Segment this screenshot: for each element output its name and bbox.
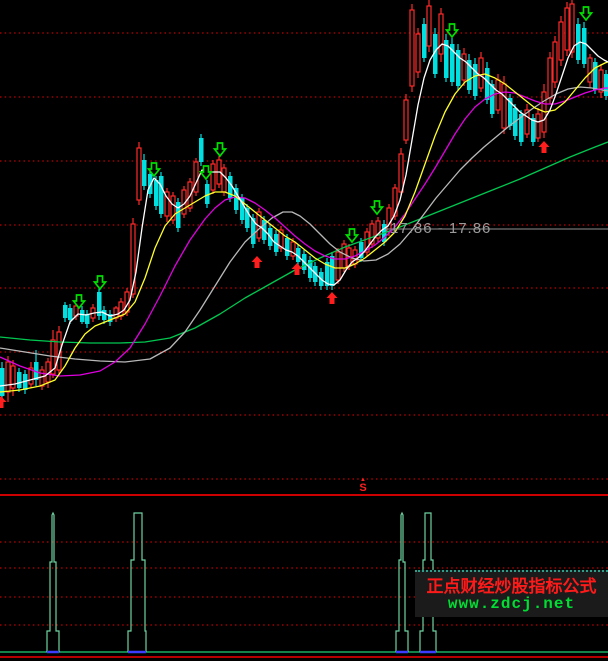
- candle-body-up: [211, 164, 215, 190]
- watermark-site-title: 正点财经炒股指标公式: [427, 577, 597, 596]
- candle-body-down: [80, 310, 85, 322]
- watermark-site-url: www.zdcj.net: [448, 596, 575, 612]
- candle-body-up: [462, 54, 466, 80]
- sell-signal-arrow: [201, 166, 212, 179]
- candle-body-up: [479, 58, 483, 88]
- candle-body-up: [40, 370, 44, 386]
- indicator-spike: [396, 513, 408, 652]
- candle-body-up: [588, 58, 592, 82]
- sell-signal-arrow: [347, 229, 358, 242]
- sell-signal-arrow: [95, 276, 106, 289]
- candle-body-up: [439, 14, 443, 54]
- candle-body-up: [404, 100, 408, 140]
- candle-body-down: [102, 310, 107, 320]
- sell-signal-arrow: [581, 7, 592, 20]
- candle-body-down: [154, 180, 159, 206]
- candle-body-down: [422, 24, 427, 58]
- candle-body-up: [536, 114, 540, 138]
- candle-body-down: [63, 305, 68, 318]
- candle-body-up: [410, 10, 414, 86]
- candle-body-up: [6, 362, 10, 392]
- candle-body-down: [330, 256, 335, 286]
- candle-body-down: [485, 68, 490, 100]
- candle-body-down: [68, 308, 73, 320]
- candle-body-up: [548, 58, 552, 98]
- candle-body-up: [570, 4, 574, 52]
- candle-body-up: [222, 168, 226, 192]
- candle-body-up: [553, 42, 557, 82]
- candle-body-up: [119, 302, 123, 316]
- buy-signal-arrow: [327, 292, 338, 304]
- candle-body-up: [399, 154, 403, 192]
- buy-signal-arrow: [292, 263, 303, 275]
- stock-chart-window: 17.86 - 17.86 ▲ S 正点财经炒股指标公式 www.zdcj.ne…: [0, 0, 608, 661]
- candle-body-up: [496, 80, 500, 110]
- sell-signal-arrow: [215, 143, 226, 156]
- buy-signal-arrow: [539, 141, 550, 153]
- watermark: 正点财经炒股指标公式 www.zdcj.net: [415, 570, 608, 617]
- buy-signal-arrow: [0, 396, 7, 408]
- candle-body-down: [199, 138, 204, 162]
- current-price-label: 17.86 - 17.86: [390, 220, 491, 237]
- candle-body-up: [565, 8, 569, 50]
- chart-canvas[interactable]: [0, 0, 608, 661]
- sell-signal-arrow: [372, 201, 383, 214]
- candle-body-down: [593, 62, 598, 90]
- candle-body-up: [336, 252, 340, 280]
- candle-body-down: [17, 372, 22, 388]
- candle-body-down: [604, 74, 608, 96]
- dollar-marker-s: S: [356, 483, 370, 493]
- dollar-signal-marker: ▲ S: [356, 478, 370, 493]
- candle-body-down: [285, 238, 290, 256]
- candle-body-up: [502, 84, 506, 128]
- indicator-spike: [47, 513, 59, 652]
- candle-body-down: [582, 28, 587, 64]
- candle-body-up: [559, 22, 563, 60]
- sell-signal-arrow: [447, 24, 458, 37]
- candle-body-down: [148, 174, 153, 194]
- candle-body-up: [416, 34, 420, 72]
- indicator-spike: [128, 513, 146, 652]
- candle-body-up: [137, 148, 141, 200]
- candle-body-up: [427, 6, 431, 46]
- buy-signal-arrow: [252, 256, 263, 268]
- candle-body-down: [159, 176, 164, 214]
- candle-body-down: [142, 160, 147, 186]
- candle-body-down: [176, 202, 181, 228]
